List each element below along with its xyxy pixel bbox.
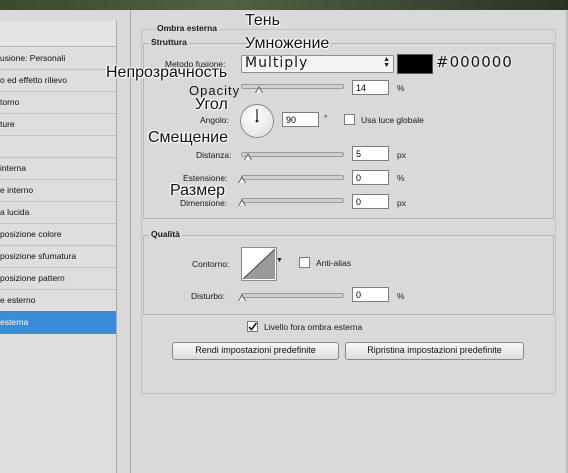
contour-dropdown-arrow-icon[interactable]: ▼ xyxy=(276,257,283,264)
overlay-size: Размер xyxy=(170,182,225,199)
make-default-button[interactable]: Rendi impostazioni predefinite xyxy=(172,342,339,360)
opacity-slider-thumb[interactable] xyxy=(255,86,263,93)
noise-slider[interactable] xyxy=(241,293,344,298)
styles-list-item[interactable]: usione: Personali xyxy=(0,47,116,70)
spread-input[interactable]: 0 xyxy=(352,170,389,185)
spread-slider-thumb[interactable] xyxy=(238,176,246,183)
select-arrows-icon: ▲ ▼ xyxy=(383,56,390,69)
contour-preview[interactable] xyxy=(241,247,277,281)
distance-input[interactable]: 5 xyxy=(352,146,389,161)
overlay-angle: Угол xyxy=(195,96,228,113)
layer-knockout-label: Livello fora ombra esterna xyxy=(264,322,363,332)
noise-slider-thumb[interactable] xyxy=(238,294,246,301)
antialias-label: Anti-alias xyxy=(316,258,351,268)
angle-indicator-icon xyxy=(255,109,259,123)
noise-input[interactable]: 0 xyxy=(352,287,389,302)
overlay-multiply: Умножение xyxy=(245,35,330,52)
distance-label: Distanza: xyxy=(196,150,232,160)
styles-list-item[interactable] xyxy=(0,135,116,158)
styles-list-item[interactable]: esterna xyxy=(0,311,116,334)
distance-unit: px xyxy=(397,150,406,160)
global-light-checkbox[interactable] xyxy=(344,114,355,125)
contour-label: Contorno: xyxy=(192,259,230,269)
styles-list: usione: Personali o ed effetto rilievo tor… xyxy=(0,21,117,473)
styles-list-item[interactable]: e interno xyxy=(0,179,116,202)
window-top-edge xyxy=(0,0,568,10)
contour-curve-icon xyxy=(242,248,276,280)
overlay-opacity: Непрозрачность xyxy=(106,64,228,81)
reset-default-button[interactable]: Ripristina impostazioni predefinite xyxy=(345,342,524,360)
opacity-input[interactable]: 14 xyxy=(352,80,389,95)
noise-unit: % xyxy=(397,291,405,301)
angle-unit: ° xyxy=(324,113,328,123)
distance-slider-thumb[interactable] xyxy=(244,153,252,160)
global-light-label: Usa luce globale xyxy=(361,115,424,125)
styles-list-item[interactable]: posizione colore xyxy=(0,223,116,246)
angle-label: Angolo: xyxy=(200,115,229,125)
spread-unit: % xyxy=(397,173,405,183)
quality-group xyxy=(143,235,554,315)
styles-list-item[interactable]: torno xyxy=(0,91,116,114)
styles-list-header xyxy=(0,21,116,47)
overlay-shadow: Тень xyxy=(245,12,280,29)
styles-list-item[interactable]: posizione pattern xyxy=(0,267,116,290)
styles-list-item[interactable]: o ed effetto rilievo xyxy=(0,69,116,92)
overlay-offset: Смещение xyxy=(148,129,229,146)
section-title: Ombra esterna xyxy=(155,23,219,33)
styles-list-item[interactable]: a lucida xyxy=(0,201,116,224)
antialias-checkbox[interactable] xyxy=(299,257,310,268)
layer-knockout-checkbox[interactable] xyxy=(247,321,258,332)
angle-dial[interactable] xyxy=(240,104,274,138)
size-slider[interactable] xyxy=(241,198,344,203)
checkmark-icon xyxy=(248,322,258,331)
styles-list-item[interactable]: posizione sfumatura xyxy=(0,245,116,268)
distance-slider[interactable] xyxy=(241,152,344,157)
noise-label: Disturbo: xyxy=(191,291,226,301)
spread-slider[interactable] xyxy=(241,175,344,180)
structure-title: Struttura xyxy=(149,37,189,47)
blend-mode-value: Multiply xyxy=(245,55,309,71)
size-slider-thumb[interactable] xyxy=(238,199,246,206)
size-unit: px xyxy=(397,198,406,208)
color-hex-text: #000000 xyxy=(436,53,513,71)
shadow-color-swatch[interactable] xyxy=(397,54,433,74)
styles-list-item[interactable]: interna xyxy=(0,157,116,180)
angle-input[interactable]: 90 xyxy=(282,112,319,127)
size-input[interactable]: 0 xyxy=(352,194,389,209)
quality-title: Qualità xyxy=(149,229,182,239)
styles-list-item[interactable]: ture xyxy=(0,113,116,136)
styles-list-item[interactable]: e esterno xyxy=(0,289,116,312)
opacity-unit: % xyxy=(397,83,405,93)
